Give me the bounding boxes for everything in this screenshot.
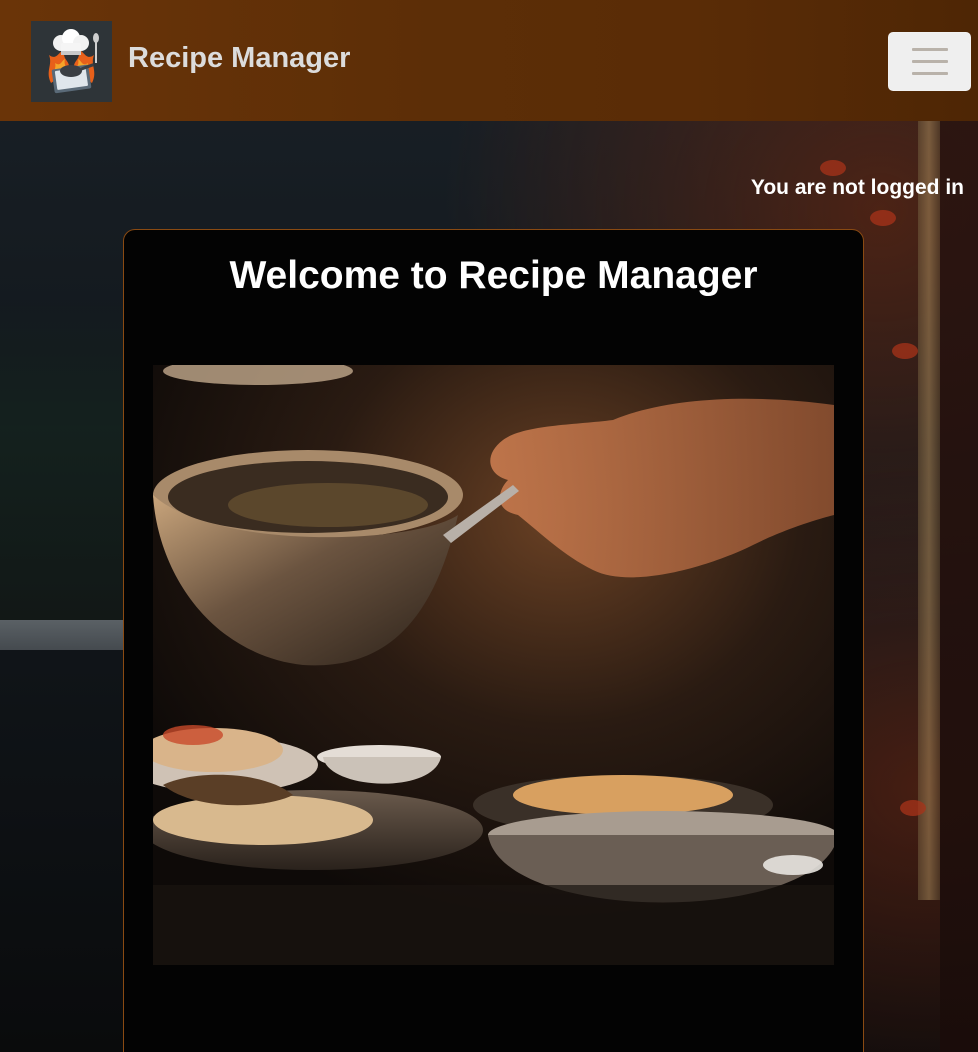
hamburger-menu-icon-bar	[911, 72, 948, 75]
background-trees	[0, 300, 125, 620]
background-window-sill	[0, 620, 125, 650]
background-leaf	[820, 160, 846, 176]
background-leaf	[900, 800, 926, 816]
background-window-frame	[918, 120, 940, 900]
hamburger-menu-icon-bar	[911, 60, 948, 63]
background-leaf	[870, 210, 896, 226]
cooking-hero-image	[153, 365, 834, 965]
chef-hat-logo-icon[interactable]	[31, 21, 112, 102]
hamburger-menu-button[interactable]	[888, 32, 971, 91]
hamburger-menu-icon-bar	[911, 48, 948, 51]
background-leaf	[892, 343, 918, 359]
top-navbar: Recipe Manager	[0, 0, 978, 121]
brand-title-link[interactable]: Recipe Manager	[128, 42, 350, 75]
login-status-text: You are not logged in	[750, 176, 964, 199]
welcome-heading: Welcome to Recipe Manager	[229, 254, 758, 297]
